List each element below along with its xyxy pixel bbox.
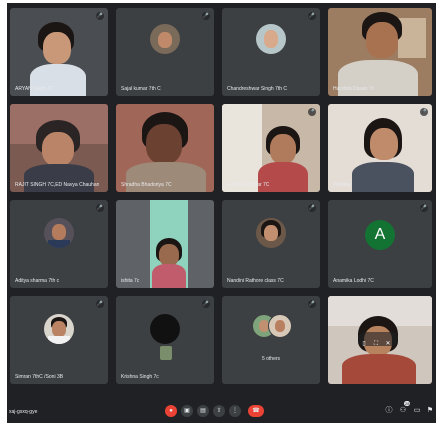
participant-tile[interactable]: 🎤 Anushka Tomar 7C (222, 104, 320, 192)
mic-off-icon: 🎤 (308, 108, 316, 116)
participant-tile[interactable]: 🎤 ARYAN Singh 7C (10, 8, 108, 96)
participant-name: Shradha Bhadoriya 7C (121, 182, 172, 188)
info-icon[interactable]: ⓘ (385, 407, 393, 415)
participant-tile[interactable]: ishita 7c (116, 200, 214, 288)
others-tile[interactable]: 5 others 🎤 (222, 296, 320, 384)
mic-off-icon: 🎤 (96, 300, 104, 308)
participant-tile[interactable]: ▯ ⛶ ✕ (328, 296, 432, 384)
participant-name: ishita 7c (121, 278, 140, 284)
participant-avatar (44, 314, 74, 344)
participant-tile[interactable]: 🎤 Krishna Singh 7c (116, 296, 214, 384)
others-label: 5 others (261, 356, 281, 362)
mute-participant-icon[interactable]: ✕ (382, 337, 394, 351)
mic-off-icon: 🎤 (96, 12, 104, 20)
participant-grid: 🎤 ARYAN Singh 7C 🎤 Sajal kumar 7th C 🎤 C… (10, 8, 434, 398)
participant-video-thumbnail (160, 346, 172, 360)
mic-off-icon: 🎤 (308, 300, 316, 308)
participant-name: Nandini Rathore class 7C (227, 278, 284, 284)
participant-name: Yashika (333, 182, 351, 188)
participant-avatar (256, 24, 286, 54)
participant-name: Simran 7thC /Soni 3B (15, 374, 64, 380)
more-options-icon[interactable]: ⋮ (229, 405, 241, 417)
control-bar: xaj-gsxq-gye ● ▣ ▤ ⇧ ⋮ ☎ ⓘ ⚇ 28 ▭ ⚑ (7, 401, 436, 423)
meet-window: 🎤 ARYAN Singh 7C 🎤 Sajal kumar 7th C 🎤 C… (7, 3, 436, 423)
participant-tile[interactable]: RAJIT SINGH 7C,ED Navya Chauhan (10, 104, 108, 192)
participant-video (398, 18, 426, 58)
participant-tile[interactable]: Shradha Bhadoriya 7C (116, 104, 214, 192)
participant-name: Anushka Tomar 7C (227, 182, 270, 188)
participant-avatar (256, 218, 286, 248)
people-count-badge: 28 (404, 401, 411, 406)
camera-icon[interactable]: ▣ (181, 405, 193, 417)
meeting-code: xaj-gsxq-gye (9, 409, 38, 415)
chat-icon[interactable]: ▭ (413, 407, 421, 415)
letter-avatar: A (365, 220, 395, 250)
participant-tile[interactable]: A 🎤 Anamika Lodhi 7C (328, 200, 432, 288)
participant-name: Krishna Singh 7c (121, 374, 159, 380)
participant-name: Sajal kumar 7th C (121, 86, 161, 92)
participant-tile[interactable]: 🎤 Chandreshwar Singh 7th C (222, 8, 320, 96)
people-icon[interactable]: ⚇ (399, 407, 407, 415)
tile-hover-controls: ▯ ⛶ ✕ (358, 332, 398, 347)
activities-icon[interactable]: ⚑ (426, 407, 434, 415)
participant-tile[interactable]: 🎤 Aditya sharma 7th c (10, 200, 108, 288)
participant-avatar (150, 24, 180, 54)
participant-name: Anamika Lodhi 7C (333, 278, 374, 284)
participant-avatar (150, 314, 180, 344)
pin-icon[interactable]: ▯ (358, 337, 370, 351)
mic-off-icon: 🎤 (202, 12, 210, 20)
participant-avatar (44, 218, 74, 248)
fullscreen-icon[interactable]: ⛶ (370, 337, 382, 351)
participant-avatar (268, 314, 292, 338)
participant-name: Harshita Dasan 7c (333, 86, 375, 92)
participant-name: Aditya sharma 7th c (15, 278, 60, 284)
participant-name: ARYAN Singh 7C (15, 86, 54, 92)
participant-video (222, 104, 262, 192)
mic-off-icon: 🎤 (96, 204, 104, 212)
captions-icon[interactable]: ▤ (197, 405, 209, 417)
mic-off-icon: 🎤 (202, 300, 210, 308)
participant-tile[interactable]: 🎤 Simran 7thC /Soni 3B (10, 296, 108, 384)
participant-name: RAJIT SINGH 7C,ED Navya Chauhan (15, 182, 100, 188)
mic-off-icon: 🎤 (308, 204, 316, 212)
participant-name: Chandreshwar Singh 7th C (227, 86, 288, 92)
end-call-icon[interactable]: ☎ (248, 405, 264, 417)
participant-video (150, 200, 188, 288)
participant-tile[interactable]: 🎤 Nandini Rathore class 7C (222, 200, 320, 288)
participant-tile[interactable]: 🎤 Yashika (328, 104, 432, 192)
present-icon[interactable]: ⇧ (213, 405, 225, 417)
mic-off-icon: 🎤 (420, 204, 428, 212)
participant-tile[interactable]: 🎤 Sajal kumar 7th C (116, 8, 214, 96)
participant-tile[interactable]: Harshita Dasan 7c (328, 8, 432, 96)
mic-off-icon: 🎤 (420, 108, 428, 116)
mic-off-icon: 🎤 (308, 12, 316, 20)
mic-off-icon[interactable]: ● (165, 405, 177, 417)
